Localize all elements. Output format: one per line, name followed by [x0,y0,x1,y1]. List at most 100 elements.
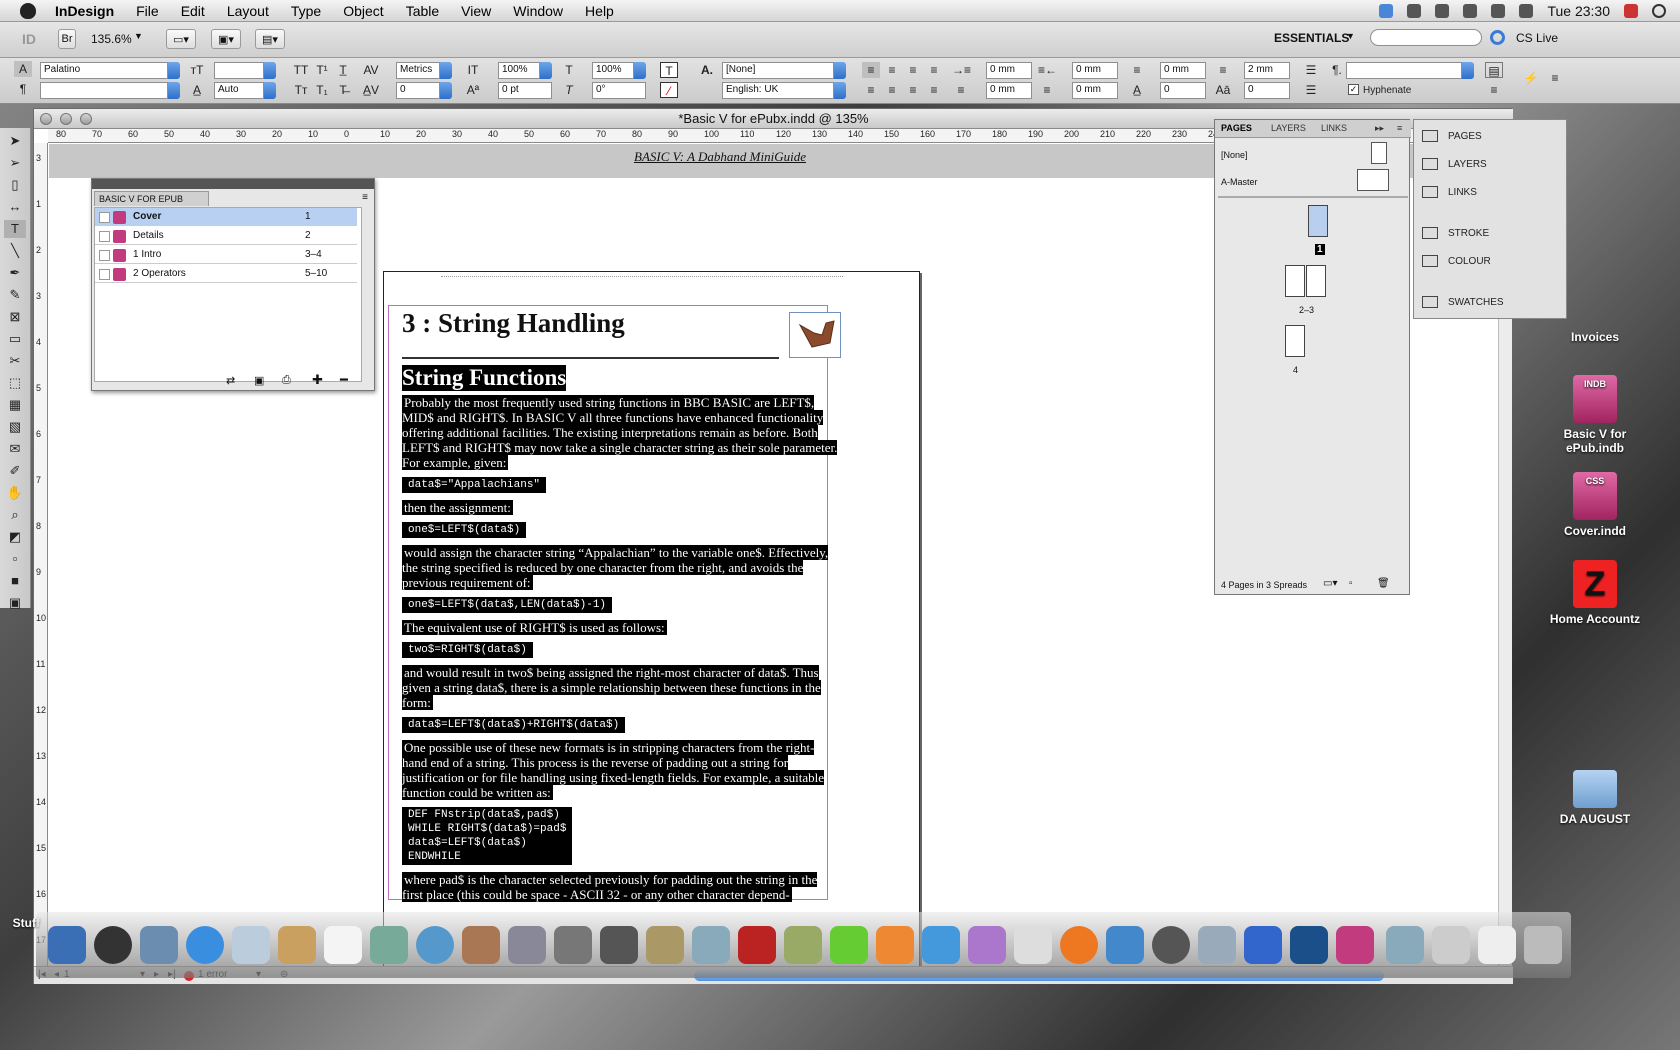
pages-app-icon[interactable] [508,926,546,964]
kerning-dropdown[interactable] [440,62,452,79]
page-thumb-4[interactable] [1285,325,1305,357]
hand-tool-icon[interactable]: ✋ [4,484,26,502]
menu-object[interactable]: Object [332,3,394,19]
gap-tool-icon[interactable]: ↔ [4,198,26,216]
menu-view[interactable]: View [450,3,502,19]
ichat-icon[interactable] [232,926,270,964]
last-line-indent-input[interactable]: 0 mm [1072,82,1118,99]
dashboard-icon[interactable] [94,926,132,964]
body-paragraph[interactable]: would assign the character string “Appal… [402,545,838,590]
bridge-button[interactable]: Br [58,29,76,49]
justify-right-icon[interactable]: ≡ [904,82,922,98]
none-master-thumb[interactable] [1371,142,1387,164]
time-machine-icon[interactable] [1435,4,1450,18]
mail-icon[interactable] [140,926,178,964]
code-block[interactable]: DEF FNstrip(data$,pad$) WHILE RIGHT$(dat… [402,807,838,865]
tracking-dropdown[interactable] [440,82,452,99]
eyedropper-tool-icon[interactable]: ✐ [4,462,26,480]
ical-icon[interactable] [324,926,362,964]
baseline-shift-input[interactable]: 0 pt [498,82,552,99]
desktop-icon-invoices[interactable]: Invoices [1535,330,1655,344]
body-paragraph[interactable]: and would result in two$ being assigned … [402,665,838,710]
book-row-intro[interactable]: 1 Intro 3–4 [95,246,357,264]
a-master[interactable]: A-Master [1221,177,1258,187]
cs-live-button[interactable]: CS Live [1516,31,1558,45]
sync-checkbox[interactable] [99,250,110,261]
preview-icon[interactable] [370,926,408,964]
character-style-dropdown[interactable]: [None] [722,62,834,79]
documents-stack-icon[interactable] [1386,926,1424,964]
book-panel-tab[interactable]: BASIC V FOR EPUB [94,191,209,206]
text-stroke-icon[interactable]: ⁄ [660,82,678,98]
trash-icon[interactable] [1524,926,1562,964]
code-line[interactable]: data$=LEFT$(data$)+RIGHT$(data$) [402,717,838,733]
paragraph-style-dropdown[interactable] [1346,62,1462,79]
book-row-details[interactable]: Details 2 [95,227,357,245]
desktop-icon-cover[interactable]: CSS Cover.indd [1535,472,1655,538]
pencil-tool-icon[interactable]: ✎ [4,286,26,304]
font-family-input[interactable]: Palatino [40,62,168,79]
scissors-tool-icon[interactable]: ✂ [4,352,26,370]
book-row-cover[interactable]: Cover 1 [95,208,357,226]
help-search-input[interactable] [1370,29,1482,46]
grid-align-icon[interactable]: ≡ [1485,82,1503,98]
desktop-icon-home-accountz[interactable]: Z Home Accountz [1535,560,1655,626]
edit-page-size-icon[interactable]: ▭▾ [1323,578,1337,589]
sync-source-icon[interactable] [99,212,110,223]
imovie-icon[interactable] [600,926,638,964]
vertical-ruler[interactable]: 31234567891011121314151617 [34,143,48,975]
quick-apply-icon[interactable]: ⚡ [1522,70,1540,86]
wifi-icon[interactable] [1491,4,1506,18]
align-left-icon[interactable]: ≡ [862,62,880,78]
body-paragraph[interactable]: The equivalent use of RIGHT$ is used as … [402,620,838,635]
powerpoint-icon[interactable] [876,926,914,964]
running-head[interactable]: BASIC V: A Dabhand MiniGuide [634,149,806,165]
code-line[interactable]: one$=LEFT$(data$) [402,522,838,538]
right-indent-input[interactable]: 0 mm [1072,62,1118,79]
desktop-icon-stuff[interactable]: Stuff [0,916,40,930]
dropbox-icon[interactable] [1379,4,1394,18]
phone-icon[interactable] [1407,4,1422,18]
numbering-icon[interactable]: ☰ [1302,82,1320,98]
excel-icon[interactable] [830,926,868,964]
photo-booth-icon[interactable] [784,926,822,964]
itunes-icon[interactable] [416,926,454,964]
book-row-operators[interactable]: 2 Operators 5–10 [95,265,357,283]
address-book-icon[interactable] [278,926,316,964]
dvd-player-icon[interactable] [1014,926,1052,964]
a-master-thumb[interactable] [1357,169,1389,191]
type-tool-icon[interactable]: T [4,220,26,238]
left-indent-input[interactable]: 0 mm [986,62,1032,79]
justify-left-icon[interactable]: ≡ [862,82,880,98]
none-master[interactable]: [None] [1221,150,1248,160]
battery-icon[interactable] [1624,4,1638,18]
chevron-down-icon[interactable]: ▼ [1346,31,1355,41]
underline-icon[interactable]: T̲ [334,62,352,78]
code-line[interactable]: two$=RIGHT$(data$) [402,642,838,658]
paragraph-controls-icon[interactable]: ¶ [14,81,32,97]
apply-formatting-icon[interactable]: ▫ [4,550,26,568]
align-center-icon[interactable]: ≡ [883,62,901,78]
indesign-icon[interactable] [1336,926,1374,964]
new-page-icon[interactable]: ▫ [1349,578,1353,589]
desktop-icon-folder[interactable]: DA AUGUST [1535,770,1655,826]
vertical-scale-input[interactable]: 100% [498,62,540,79]
small-caps-icon[interactable]: Tт [292,82,310,98]
body-paragraph[interactable]: Probably the most frequently used string… [402,395,838,470]
subscript-icon[interactable]: T₁ [313,82,331,98]
arrange-documents-button[interactable]: ▤▾ [255,29,285,49]
dabhand-logo-frame[interactable] [789,312,841,358]
gradient-feather-tool-icon[interactable]: ▧ [4,418,26,436]
menu-window[interactable]: Window [502,3,574,19]
direct-selection-tool-icon[interactable]: ➢ [4,154,26,172]
dock-item-links[interactable]: LINKS [1422,186,1477,198]
menu-file[interactable]: File [125,3,170,19]
leading-input[interactable]: Auto [214,82,264,99]
desktop-icon-book[interactable]: INDB Basic V for ePub.indb [1535,375,1655,455]
entourage-icon[interactable] [968,926,1006,964]
sync-checkbox[interactable] [99,269,110,280]
code-line[interactable]: data$="Appalachians" [402,477,838,493]
panel-menu-icon[interactable]: ≡ [1397,123,1402,133]
align-justify-icon[interactable]: ≡ [925,62,943,78]
strikethrough-icon[interactable]: T̶ [334,82,352,98]
